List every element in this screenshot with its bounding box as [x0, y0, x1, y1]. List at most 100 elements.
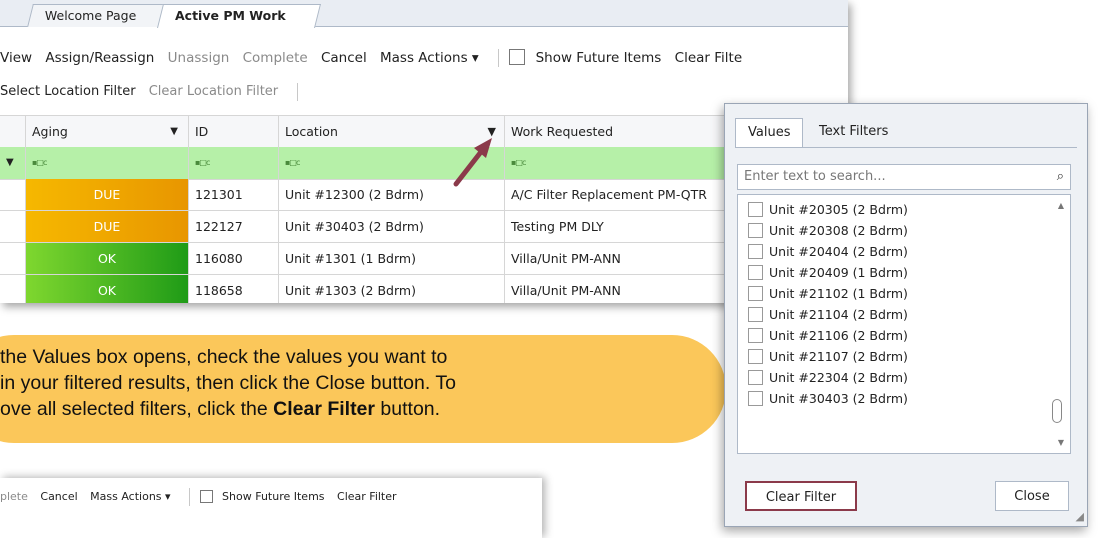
location-toolbar: Select Location Filter Clear Location Fi… — [0, 78, 304, 106]
grid-filter-row: ▼ ▪□c ▪□c ▪□c ▪□c — [0, 147, 848, 180]
show-future-items-label: Show Future Items — [535, 50, 662, 66]
list-item[interactable]: Unit #21107 (2 Bdrm) — [748, 346, 908, 367]
values-filter-panel: Values Text Filters Enter text to search… — [724, 103, 1088, 527]
complete-button[interactable]: plete — [0, 490, 28, 503]
value-checkbox[interactable] — [748, 286, 763, 301]
tab-label: Welcome Page — [44, 8, 137, 23]
clear-location-filter-button[interactable]: Clear Location Filter — [149, 84, 278, 99]
tab-active-pm-work[interactable]: Active PM Work — [157, 4, 321, 28]
scroll-down-icon[interactable]: ▼ — [1058, 438, 1064, 447]
value-label: Unit #20305 (2 Bdrm) — [769, 202, 908, 217]
show-future-items-label: Show Future Items — [222, 490, 325, 503]
toolbar-separator — [497, 49, 499, 67]
value-checkbox[interactable] — [748, 307, 763, 322]
show-future-items-checkbox[interactable] — [199, 489, 213, 503]
value-checkbox[interactable] — [748, 370, 763, 385]
clear-filter-button[interactable]: Clear Filter — [337, 490, 397, 503]
select-location-filter-button[interactable]: Select Location Filter — [0, 84, 136, 99]
clear-filter-button[interactable]: Clear Filte — [675, 50, 742, 66]
list-item[interactable]: Unit #22304 (2 Bdrm) — [748, 367, 908, 388]
filter-cell-id[interactable]: ▪□c — [189, 147, 279, 179]
value-checkbox[interactable] — [748, 202, 763, 217]
value-label: Unit #20409 (1 Bdrm) — [769, 265, 908, 280]
value-label: Unit #22304 (2 Bdrm) — [769, 370, 908, 385]
grid-header-row: Aging ▼ ID Location ▼ Work Requested — [0, 115, 848, 149]
list-item[interactable]: Unit #20409 (1 Bdrm) — [748, 262, 908, 283]
table-row[interactable]: OK 116080 Unit #1301 (1 Bdrm) Villa/Unit… — [0, 243, 848, 275]
tab-values[interactable]: Values — [735, 118, 804, 147]
unassign-button[interactable]: Unassign — [168, 50, 230, 66]
instruction-line-3: ove all selected filters, click the Clea… — [0, 396, 700, 422]
value-checkbox[interactable] — [748, 349, 763, 364]
id-cell: 121301 — [189, 179, 279, 210]
mass-actions-dropdown[interactable]: Mass Actions ▾ — [380, 50, 479, 66]
filter-row-icon: ▼ — [0, 147, 26, 179]
value-label: Unit #30403 (2 Bdrm) — [769, 391, 908, 406]
scroll-up-icon[interactable]: ▲ — [1058, 201, 1064, 210]
search-icon[interactable]: ⌕ — [1057, 165, 1064, 189]
tab-divider — [735, 147, 1077, 148]
list-item[interactable]: Unit #20404 (2 Bdrm) — [748, 241, 908, 262]
aging-cell: DUE — [26, 179, 189, 210]
id-cell: 116080 — [189, 243, 279, 274]
scrollbar-thumb[interactable] — [1052, 399, 1062, 423]
show-future-items-checkbox[interactable] — [509, 49, 526, 65]
grid-screenshot: Welcome Page Active PM Work View Assign/… — [0, 0, 848, 303]
location-cell: Unit #1303 (2 Bdrm) — [279, 275, 505, 303]
value-checkbox[interactable] — [748, 265, 763, 280]
value-label: Unit #21107 (2 Bdrm) — [769, 349, 908, 364]
value-checkbox[interactable] — [748, 244, 763, 259]
value-checkbox[interactable] — [748, 328, 763, 343]
list-item[interactable]: Unit #20305 (2 Bdrm) — [748, 199, 908, 220]
instruction-line-1: the Values box opens, check the values y… — [0, 346, 448, 368]
view-button[interactable]: View — [0, 50, 32, 66]
instruction-line-3-start: ove all selected filters, click the — [0, 398, 274, 420]
instruction-emphasis: Clear Filter — [273, 398, 375, 420]
table-row[interactable]: DUE 122127 Unit #30403 (2 Bdrm) Testing … — [0, 211, 848, 243]
column-header-aging[interactable]: Aging ▼ — [26, 116, 189, 148]
instruction-line-3-end: button. — [375, 398, 441, 420]
sort-dropdown-icon[interactable]: ▼ — [170, 116, 178, 148]
id-cell: 122127 — [189, 211, 279, 242]
toolbar-screenshot: plete Cancel Mass Actions ▾ Show Future … — [0, 478, 542, 538]
row-indicator-header — [0, 116, 26, 148]
filter-cell-aging[interactable]: ▪□c — [26, 147, 189, 179]
close-button[interactable]: Close — [995, 481, 1069, 511]
mass-actions-dropdown[interactable]: Mass Actions ▾ — [90, 490, 170, 503]
value-checkbox[interactable] — [748, 391, 763, 406]
tab-text-filters[interactable]: Text Filters — [807, 118, 900, 146]
clear-filter-button[interactable]: Clear Filter — [745, 481, 857, 511]
location-cell: Unit #30403 (2 Bdrm) — [279, 211, 505, 242]
column-header-label: ID — [195, 124, 209, 139]
list-item[interactable]: Unit #21106 (2 Bdrm) — [748, 325, 908, 346]
value-label: Unit #21102 (1 Bdrm) — [769, 286, 908, 301]
list-item[interactable]: Unit #30403 (2 Bdrm) — [748, 388, 908, 409]
aging-cell: DUE — [26, 211, 189, 242]
values-list[interactable]: Unit #20305 (2 Bdrm) Unit #20308 (2 Bdrm… — [737, 194, 1071, 454]
value-label: Unit #20308 (2 Bdrm) — [769, 223, 908, 238]
tab-label: Active PM Work — [175, 8, 286, 23]
resize-grip-icon[interactable]: ◢ — [1076, 510, 1084, 523]
list-item[interactable]: Unit #20308 (2 Bdrm) — [748, 220, 908, 241]
row-indicator — [0, 243, 26, 274]
column-header-id[interactable]: ID — [189, 116, 279, 148]
value-checkbox[interactable] — [748, 223, 763, 238]
value-label: Unit #20404 (2 Bdrm) — [769, 244, 908, 259]
table-row[interactable]: DUE 121301 Unit #12300 (2 Bdrm) A/C Filt… — [0, 179, 848, 211]
search-input[interactable]: Enter text to search... ⌕ — [737, 164, 1071, 190]
row-indicator — [0, 179, 26, 210]
location-cell: Unit #1301 (1 Bdrm) — [279, 243, 505, 274]
table-row[interactable]: OK 118658 Unit #1303 (2 Bdrm) Villa/Unit… — [0, 275, 848, 303]
aging-cell: OK — [26, 275, 189, 303]
complete-button[interactable]: Complete — [243, 50, 308, 66]
toolbar-separator — [297, 82, 299, 101]
instruction-text: the Values box opens, check the values y… — [0, 344, 700, 422]
list-item[interactable]: Unit #21102 (1 Bdrm) — [748, 283, 908, 304]
cancel-button[interactable]: Cancel — [40, 490, 77, 503]
row-indicator — [0, 211, 26, 242]
action-toolbar-small: plete Cancel Mass Actions ▾ Show Future … — [0, 486, 406, 508]
value-label: Unit #21104 (2 Bdrm) — [769, 307, 908, 322]
list-item[interactable]: Unit #21104 (2 Bdrm) — [748, 304, 908, 325]
cancel-button[interactable]: Cancel — [321, 50, 367, 66]
assign-reassign-button[interactable]: Assign/Reassign — [45, 50, 154, 66]
